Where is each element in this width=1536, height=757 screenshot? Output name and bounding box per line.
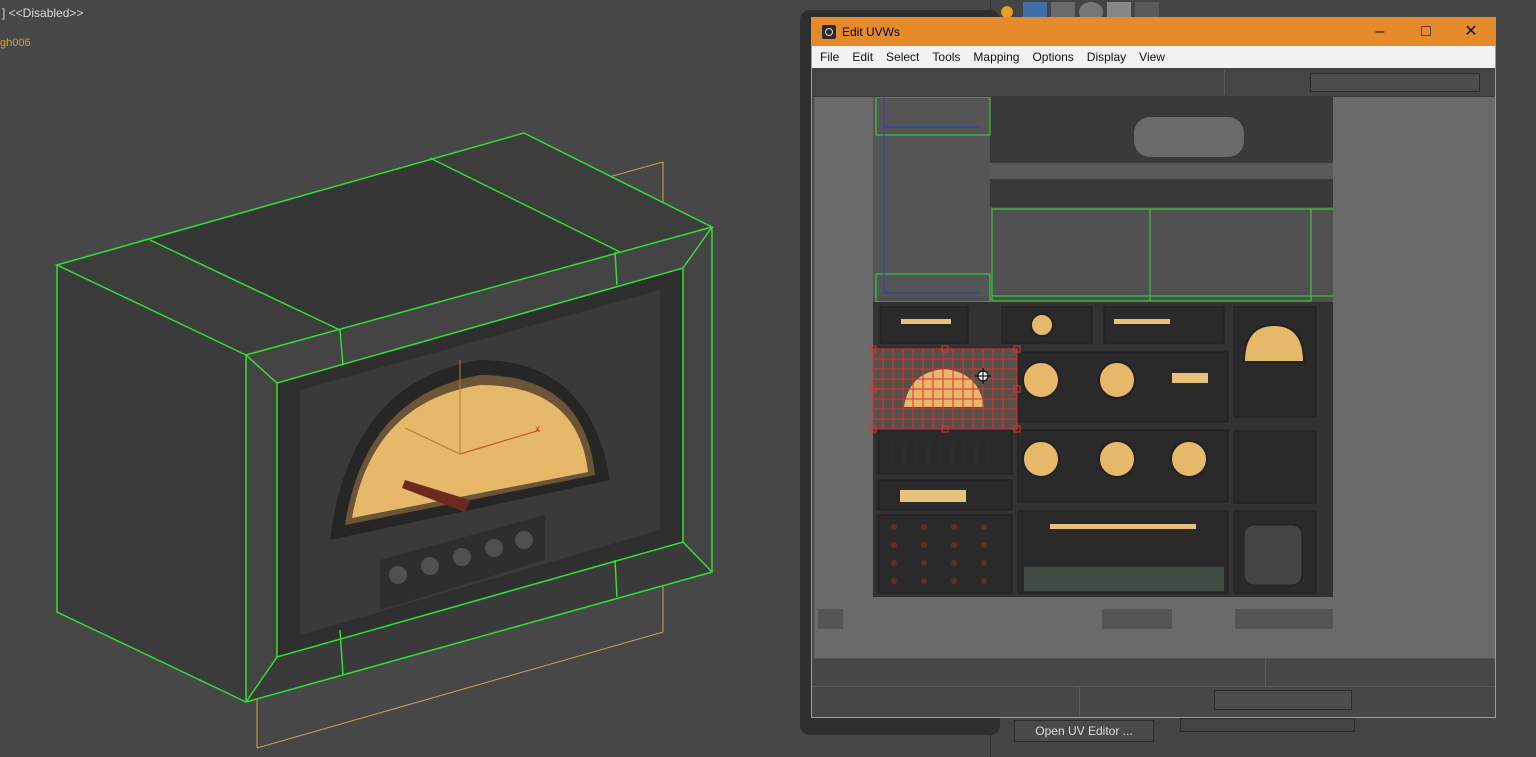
svg-text:x: x [535,424,540,435]
maximize-button[interactable]: □ [1404,21,1448,43]
open-uv-editor-button[interactable]: Open UV Editor ... [1014,720,1154,742]
window-title: Edit UVWs [842,25,901,39]
uv-status-bar-bottom [812,687,1495,717]
status-divider [1265,659,1266,687]
menu-file[interactable]: File [820,50,839,64]
menu-display[interactable]: Display [1087,50,1126,64]
screen: ] <<Disabled>> gh006 x Open UV Editor ..… [0,0,1536,757]
toolbar-divider [1224,70,1225,95]
uv-layout [814,97,1495,658]
minimize-button[interactable]: – [1358,21,1402,43]
close-button[interactable]: ✕ [1449,21,1493,43]
status-divider-2 [1079,687,1080,717]
menu-mapping[interactable]: Mapping [973,50,1019,64]
modifier-panel-bottom: Open UV Editor ... [1000,718,1365,757]
title-bar[interactable]: Edit UVWs – □ ✕ [812,18,1495,46]
uv-toolbar [812,68,1495,97]
box-mesh [57,133,712,702]
selected-uv-shell[interactable] [869,345,1021,433]
menu-tools[interactable]: Tools [932,50,960,64]
menu-view[interactable]: View [1139,50,1165,64]
uv-status-bar-top [812,659,1495,687]
scene-render[interactable]: x [0,0,800,757]
menu-bar: File Edit Select Tools Mapping Options D… [812,46,1495,68]
rollout-box [1180,718,1355,732]
edit-uvws-window[interactable]: Edit UVWs – □ ✕ File Edit Select Tools M… [811,17,1496,718]
app-icon [822,25,836,39]
uv-editor-canvas[interactable] [814,97,1495,659]
menu-options[interactable]: Options [1032,50,1073,64]
texture-dropdown[interactable] [1310,73,1480,92]
menu-select[interactable]: Select [886,50,919,64]
status-field[interactable] [1214,690,1352,710]
menu-edit[interactable]: Edit [852,50,873,64]
